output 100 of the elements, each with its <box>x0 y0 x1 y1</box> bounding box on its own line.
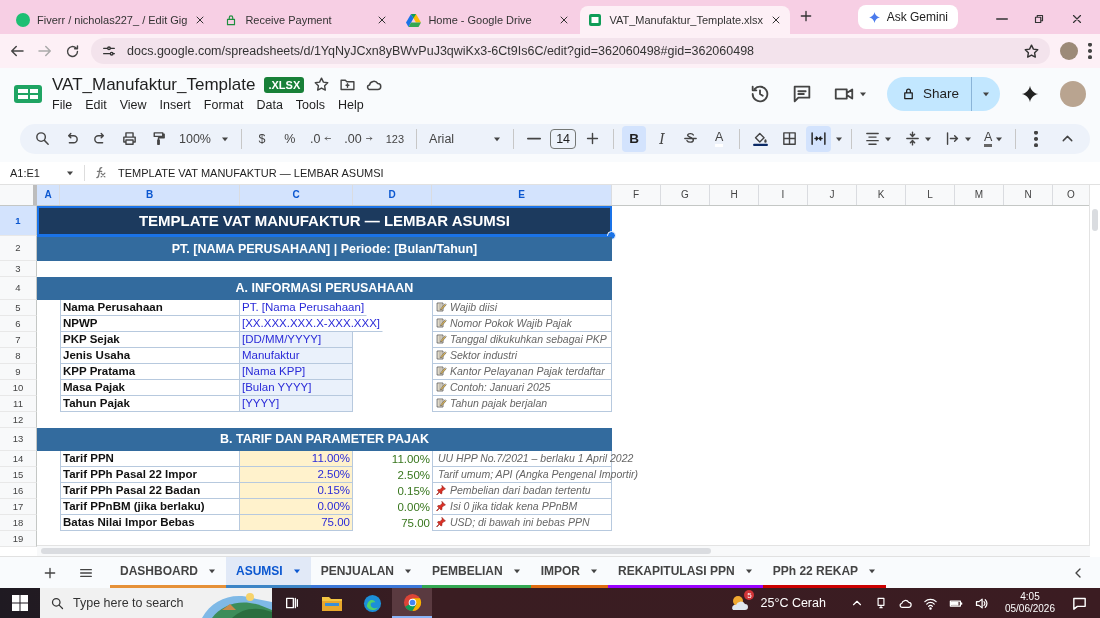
check-value-cell[interactable]: 0.00% <box>353 498 432 515</box>
reload-icon[interactable] <box>64 42 81 60</box>
caret-icon[interactable] <box>744 568 753 575</box>
caret-icon[interactable] <box>995 135 1004 142</box>
document-title[interactable]: VAT_Manufaktur_Template <box>52 74 256 95</box>
browser-tab[interactable]: Fiverr / nicholas227_ / Edit Gig <box>8 6 215 34</box>
row-header[interactable]: 2 <box>0 235 37 261</box>
column-header[interactable]: I <box>759 184 808 205</box>
percent-button[interactable]: % <box>277 125 302 152</box>
caret-icon[interactable] <box>858 90 867 97</box>
label-cell[interactable]: Tahun Pajak <box>60 395 240 412</box>
name-box[interactable]: A1:E1 <box>0 166 74 179</box>
caret-icon[interactable] <box>868 568 877 575</box>
bold-button[interactable]: B <box>622 125 647 152</box>
caret-icon[interactable] <box>493 135 502 142</box>
label-cell[interactable]: Nama Perusahaan <box>60 299 240 316</box>
caret-icon[interactable] <box>835 135 844 142</box>
edge-browser-icon[interactable] <box>362 593 382 613</box>
address-bar[interactable]: docs.google.com/spreadsheets/d/1YqNyJCxn8yBWvPuJ3qwiKx3-6Ct9Is6C/edit?gid=362060498#gid=362060498 <box>91 38 1050 64</box>
column-header[interactable]: M <box>955 184 1004 205</box>
italic-button[interactable]: I <box>650 125 675 152</box>
label-cell[interactable]: KPP Pratama <box>60 363 240 380</box>
scrollbar[interactable] <box>37 545 1090 557</box>
close-icon[interactable] <box>1070 12 1084 26</box>
taskbar-search-field[interactable]: Type here to search <box>40 588 272 618</box>
browser-tab[interactable]: VAT_Manufaktur_Template.xlsx <box>580 6 791 34</box>
section-header-cell[interactable]: B. TARIF DAN PARAMETER PAJAK <box>37 427 612 451</box>
label-cell[interactable]: Tarif PPnBM (jika berlaku) <box>60 498 240 515</box>
column-header[interactable]: J <box>808 184 857 205</box>
caret-icon[interactable] <box>924 135 933 142</box>
clock-time[interactable]: 4:05 <box>1020 591 1040 603</box>
merge-cells-button[interactable] <box>806 125 832 152</box>
caret-icon[interactable] <box>590 568 599 575</box>
text-color-button[interactable]: A <box>707 125 732 152</box>
font-size-field[interactable]: 14 <box>550 128 577 149</box>
caret-icon[interactable] <box>964 135 973 142</box>
check-value-cell[interactable]: 75.00 <box>353 514 432 531</box>
column-header[interactable]: G <box>661 184 710 205</box>
caret-icon[interactable] <box>884 135 893 142</box>
menu-item[interactable]: Help <box>338 96 371 113</box>
column-header[interactable]: A <box>37 184 60 205</box>
number-format-button[interactable]: 123 <box>381 125 409 152</box>
site-info-icon[interactable] <box>101 43 117 59</box>
windows-start-icon[interactable] <box>12 595 28 611</box>
column-header[interactable]: E <box>432 184 612 205</box>
label-cell[interactable]: Tarif PPh Pasal 22 Impor <box>60 466 240 483</box>
row-header[interactable]: 13 <box>0 427 37 451</box>
star-icon[interactable] <box>313 76 331 94</box>
caret-icon[interactable] <box>66 169 74 176</box>
menu-item[interactable]: File <box>52 96 80 113</box>
chrome-icon[interactable] <box>402 592 422 612</box>
zoom-dropdown[interactable]: 100% <box>175 125 233 152</box>
column-header[interactable]: B <box>60 184 240 205</box>
label-cell[interactable]: Tarif PPN <box>60 450 240 467</box>
menu-item[interactable]: Insert <box>159 96 198 113</box>
increase-decimals-button[interactable]: .00 <box>340 125 378 152</box>
row-header[interactable]: 4 <box>0 276 37 300</box>
label-cell[interactable]: Masa Pajak <box>60 379 240 396</box>
folder-icon[interactable] <box>322 595 342 611</box>
column-header[interactable]: N <box>1004 184 1053 205</box>
label-cell[interactable]: PKP Sejak <box>60 331 240 348</box>
subtitle-cell[interactable]: PT. [NAMA PERUSAHAAN] | Periode: [Bulan/Tahun] <box>37 235 612 261</box>
column-header[interactable]: D <box>353 184 432 205</box>
check-value-cell[interactable]: 11.00% <box>353 450 432 467</box>
text-rotation-button[interactable]: A <box>980 125 1008 152</box>
menu-item[interactable]: Data <box>256 96 290 113</box>
row-header[interactable]: 1 <box>0 205 37 236</box>
task-view-icon[interactable] <box>284 595 300 611</box>
browser-tab[interactable]: Receive Payment <box>216 6 397 34</box>
section-header-cell[interactable]: A. INFORMASI PERUSAHAAN <box>37 276 612 300</box>
clock-date[interactable]: 05/06/2026 <box>1004 603 1055 615</box>
font-dropdown[interactable]: Arial <box>425 125 506 152</box>
menu-icon[interactable] <box>1088 43 1092 59</box>
check-value-cell[interactable]: 2.50% <box>353 466 432 483</box>
label-cell[interactable]: Batas Nilai Impor Bebas <box>60 514 240 531</box>
caret-icon[interactable] <box>982 90 990 97</box>
column-header[interactable]: K <box>857 184 906 205</box>
currency-button[interactable]: $ <box>249 125 274 152</box>
sheet-tab[interactable]: ASUMSI <box>226 557 311 588</box>
caret-icon[interactable] <box>220 135 229 142</box>
ask-gemini-button[interactable]: Ask Gemini <box>857 5 958 29</box>
menu-item[interactable]: Format <box>203 96 251 113</box>
value-cell[interactable]: PT. [Nama Perusahaan] <box>240 299 368 316</box>
decrease-decimals-button[interactable]: .0 <box>305 125 337 152</box>
menu-item[interactable]: Tools <box>295 96 333 113</box>
caret-icon[interactable] <box>512 568 521 575</box>
column-header[interactable]: L <box>906 184 955 205</box>
title-cell[interactable]: TEMPLATE VAT MANUFAKTUR — LEMBAR ASUMSI <box>37 205 612 236</box>
weather-icon[interactable] <box>730 594 751 612</box>
restore-icon[interactable] <box>1032 12 1046 26</box>
bookmark-star-icon[interactable] <box>1023 42 1040 60</box>
label-cell[interactable]: NPWP <box>60 315 240 332</box>
value-cell[interactable]: [XX.XXX.XXX.X-XXX.XXX] <box>240 315 384 332</box>
formula-field[interactable]: TEMPLATE VAT MANUFAKTUR — LEMBAR ASUMSI <box>118 166 384 179</box>
menu-item[interactable]: Edit <box>85 96 114 113</box>
avatar[interactable] <box>1060 42 1078 60</box>
label-cell[interactable]: Tarif PPh Pasal 22 Badan <box>60 482 240 499</box>
column-header[interactable]: H <box>710 184 759 205</box>
menu-item[interactable]: View <box>119 96 154 113</box>
weather-text[interactable]: 25°C Cerah <box>760 596 826 610</box>
